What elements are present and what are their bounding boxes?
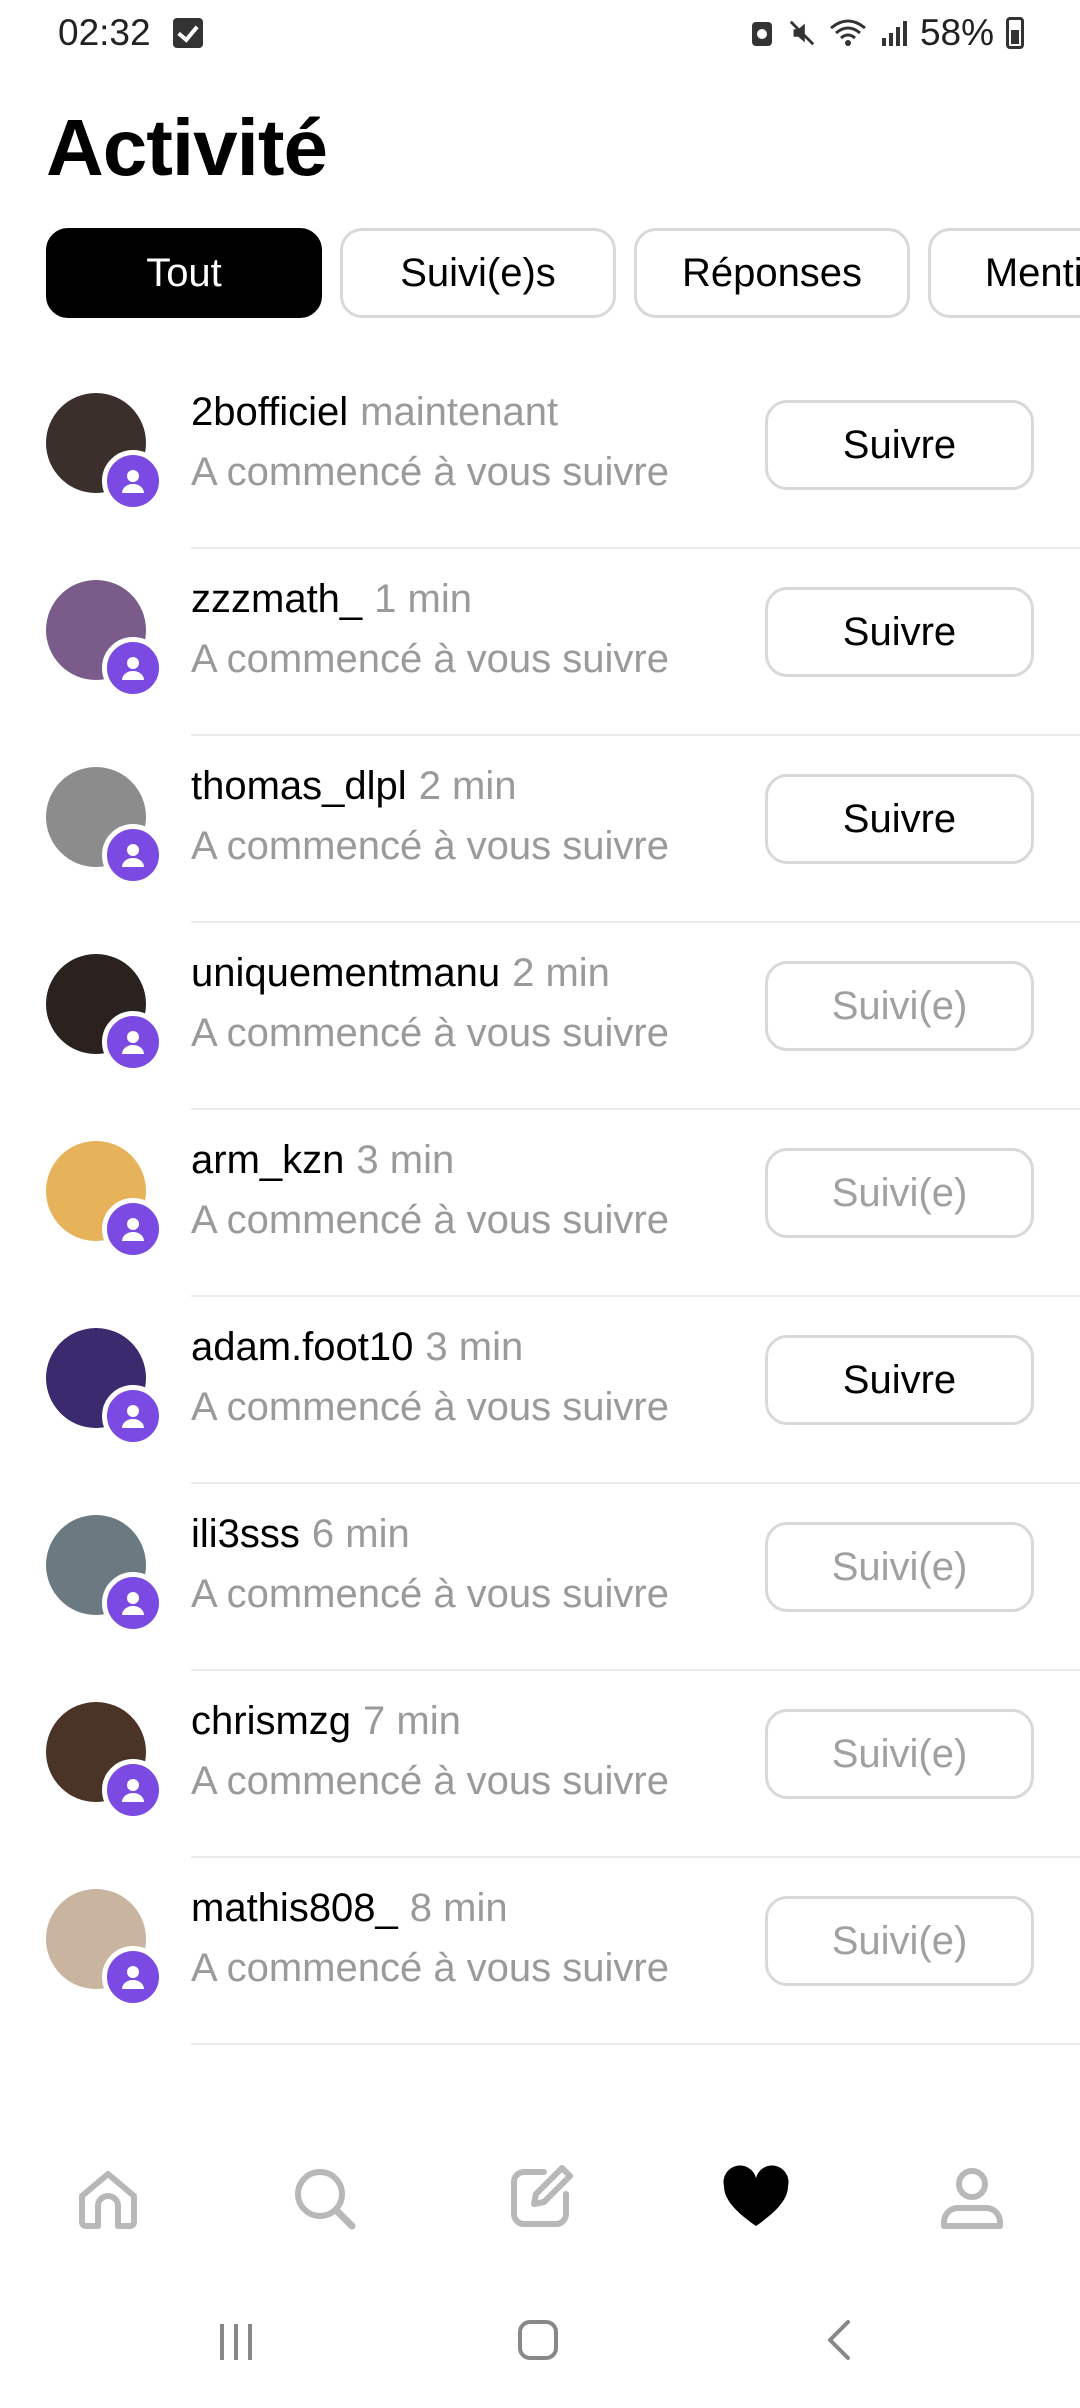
activity-description: A commencé à vous suivre	[191, 1759, 669, 1803]
list-item[interactable]: thomas_dlpl 2 min A commencé à vous suivre…	[0, 736, 1080, 923]
timestamp: 3 min	[356, 1138, 455, 1182]
profile-icon	[941, 2168, 1003, 2229]
timestamp: 8 min	[409, 1886, 508, 1930]
list-item[interactable]: uniquementmanu 2 min A commencé à vous sui…	[0, 923, 1080, 1110]
nav-profile[interactable]	[922, 2148, 1022, 2248]
home-button[interactable]	[498, 2300, 578, 2380]
list-item[interactable]: zzzmath_ 1 min A commencé à vous suivre Sui…	[0, 549, 1080, 736]
mute-icon	[789, 20, 815, 46]
name-line: ili3sss 6 min	[191, 1512, 410, 1557]
follow-button[interactable]: Suivre	[765, 774, 1034, 864]
username[interactable]: chrismzg	[191, 1699, 351, 1743]
page-title: Activité	[46, 103, 328, 192]
follow-badge-icon	[102, 1198, 164, 1260]
username[interactable]: thomas_dlpl	[191, 764, 407, 808]
signal-icon	[881, 21, 907, 46]
list-item[interactable]: chrismzg 7 min A commencé à vous suivre Sui…	[0, 1671, 1080, 1858]
nav-search[interactable]	[274, 2148, 374, 2248]
tab-mentions[interactable]: Mentions	[928, 228, 1080, 318]
nav-home[interactable]	[58, 2148, 158, 2248]
wifi-icon	[829, 19, 866, 46]
home-icon	[79, 2171, 137, 2229]
bottom-navigation	[0, 2148, 1080, 2248]
following-button[interactable]: Suivi(e)	[765, 961, 1034, 1051]
timestamp: 2 min	[418, 764, 517, 808]
follow-button[interactable]: Suivre	[765, 1335, 1034, 1425]
home-square-icon	[518, 2320, 558, 2360]
activity-description: A commencé à vous suivre	[191, 1572, 669, 1616]
username[interactable]: ili3sss	[191, 1512, 300, 1556]
username[interactable]: uniquementmanu	[191, 951, 500, 995]
username[interactable]: arm_kzn	[191, 1138, 344, 1182]
tab-replies[interactable]: Réponses	[634, 228, 910, 318]
timestamp: maintenant	[360, 390, 559, 434]
list-item[interactable]: arm_kzn 3 min A commencé à vous suivre Suiv…	[0, 1110, 1080, 1297]
compose-icon	[511, 2165, 573, 2227]
timestamp: 3 min	[425, 1325, 524, 1369]
following-button[interactable]: Suivi(e)	[765, 1148, 1034, 1238]
name-line: uniquementmanu 2 min	[191, 951, 610, 996]
battery-percentage: 58%	[919, 12, 994, 53]
follow-badge-icon	[102, 824, 164, 886]
divider	[191, 2043, 1080, 2045]
name-line: 2bofficiel maintenant	[191, 390, 558, 435]
status-time: 02:32	[58, 12, 151, 53]
name-line: adam.foot10 3 min	[191, 1325, 523, 1370]
username[interactable]: 2bofficiel	[191, 390, 348, 434]
timestamp: 2 min	[512, 951, 610, 995]
following-button[interactable]: Suivi(e)	[765, 1522, 1034, 1612]
activity-description: A commencé à vous suivre	[191, 1198, 669, 1242]
follow-badge-icon	[102, 1946, 164, 2008]
recycle-icon	[751, 22, 772, 46]
notification-check-icon	[173, 18, 203, 48]
activity-description: A commencé à vous suivre	[191, 1011, 669, 1055]
follow-badge-icon	[102, 1759, 164, 1821]
nav-activity[interactable]	[706, 2148, 806, 2248]
activity-description: A commencé à vous suivre	[191, 1385, 669, 1429]
following-button[interactable]: Suivi(e)	[765, 1709, 1034, 1799]
follow-badge-icon	[102, 1385, 164, 1447]
recent-apps-icon	[220, 2324, 252, 2360]
tab-follows[interactable]: Suivi(e)s	[340, 228, 616, 318]
username[interactable]: adam.foot10	[191, 1325, 413, 1369]
follow-button[interactable]: Suivre	[765, 587, 1034, 677]
list-item[interactable]: ili3sss 6 min A commencé à vous suivre Suiv…	[0, 1484, 1080, 1671]
follow-badge-icon	[102, 637, 164, 699]
activity-description: A commencé à vous suivre	[191, 450, 669, 494]
follow-badge-icon	[102, 450, 164, 512]
follow-button[interactable]: Suivre	[765, 400, 1034, 490]
list-item[interactable]: adam.foot10 3 min A commencé à vous suivre…	[0, 1297, 1080, 1484]
name-line: zzzmath_ 1 min	[191, 577, 472, 622]
activity-list: 2bofficiel maintenant A commencé à vous su…	[0, 362, 1080, 2045]
activity-description: A commencé à vous suivre	[191, 1946, 669, 1990]
tab-all[interactable]: Tout	[46, 228, 322, 318]
activity-description: A commencé à vous suivre	[191, 824, 669, 868]
back-icon	[828, 2320, 850, 2360]
name-line: mathis808_ 8 min	[191, 1886, 508, 1931]
status-bar: 02:32 58%	[0, 0, 1080, 70]
back-button[interactable]	[800, 2300, 880, 2380]
list-item[interactable]: mathis808_ 8 min A commencé à vous suivre S…	[0, 1858, 1080, 2045]
filter-tabs: ToutSuivi(e)sRéponsesMentions	[46, 228, 1080, 318]
recent-apps-button[interactable]	[196, 2300, 276, 2380]
system-navigation	[0, 2300, 1080, 2380]
timestamp: 1 min	[374, 577, 472, 621]
follow-badge-icon	[102, 1011, 164, 1073]
battery-icon	[1006, 17, 1024, 49]
heart-icon	[723, 2165, 789, 2226]
name-line: chrismzg 7 min	[191, 1699, 461, 1744]
search-icon	[295, 2169, 356, 2230]
follow-badge-icon	[102, 1572, 164, 1634]
name-line: thomas_dlpl 2 min	[191, 764, 517, 809]
timestamp: 6 min	[311, 1512, 410, 1556]
name-line: arm_kzn 3 min	[191, 1138, 454, 1183]
activity-description: A commencé à vous suivre	[191, 637, 669, 681]
timestamp: 7 min	[363, 1699, 461, 1743]
username[interactable]: zzzmath_	[191, 577, 362, 621]
username[interactable]: mathis808_	[191, 1886, 398, 1930]
status-icons: 58%	[748, 12, 1024, 54]
list-item[interactable]: 2bofficiel maintenant A commencé à vous su…	[0, 362, 1080, 549]
nav-compose[interactable]	[490, 2148, 590, 2248]
following-button[interactable]: Suivi(e)	[765, 1896, 1034, 1986]
